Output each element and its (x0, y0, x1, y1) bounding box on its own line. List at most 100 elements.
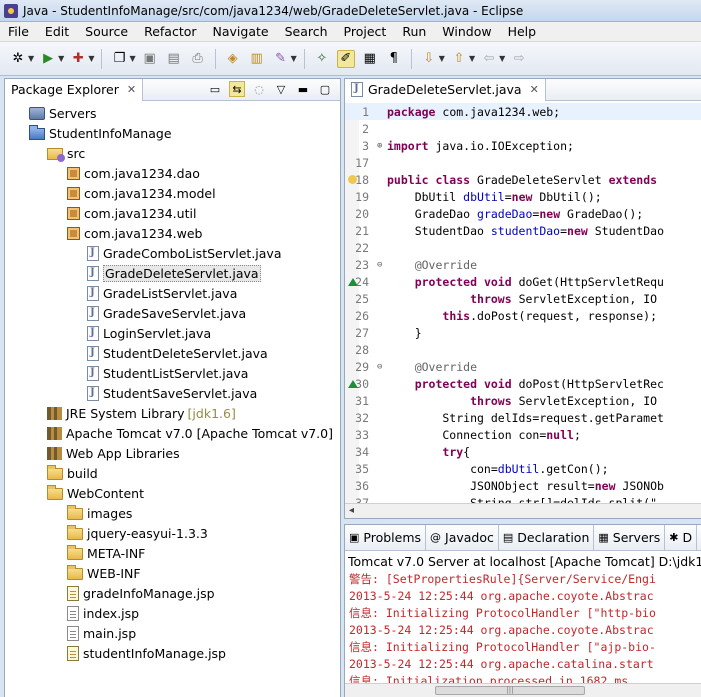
open-type-icon[interactable]: ◈ (224, 50, 242, 68)
tree-item[interactable]: index.jsp (5, 603, 340, 623)
tree-item[interactable]: studentInfoManage.jsp (5, 643, 340, 663)
menu-refactor[interactable]: Refactor (136, 24, 204, 39)
filters-icon[interactable]: ◌ (251, 81, 267, 97)
tree-item[interactable]: GradeListServlet.java (5, 283, 340, 303)
close-icon[interactable]: ✕ (127, 83, 136, 96)
tree-item[interactable]: com.java1234.util (5, 203, 340, 223)
new-icon[interactable]: ❐ (110, 50, 128, 68)
open-resource-icon[interactable]: ▥ (248, 50, 266, 68)
menu-edit[interactable]: Edit (37, 24, 77, 39)
forward-icon[interactable]: ⇨ (510, 50, 528, 68)
tree-item[interactable]: StudentInfoManage (5, 123, 340, 143)
scroll-left-icon[interactable]: ◂ (349, 505, 354, 516)
search-icon[interactable]: ✎ (272, 50, 290, 68)
tree-item[interactable]: Web App Libraries (5, 443, 340, 463)
save-all-icon[interactable]: ▤ (165, 50, 183, 68)
show-whitespace-icon[interactable]: ▦ (361, 50, 379, 68)
tree-item[interactable]: META-INF (5, 543, 340, 563)
menu-project[interactable]: Project (336, 24, 395, 39)
collapse-fold-icon[interactable]: ⊖ (377, 260, 382, 270)
tab-servers[interactable]: ▦ Servers (594, 525, 666, 550)
tree-item[interactable]: Servers (5, 103, 340, 123)
code-text: StudentDao studentDao=new StudentDao (387, 223, 664, 238)
tree-item[interactable]: com.java1234.model (5, 183, 340, 203)
link-with-editor-icon[interactable]: ⇆ (229, 81, 245, 97)
tree-item[interactable]: GradeComboListServlet.java (5, 243, 340, 263)
menu-file[interactable]: File (0, 24, 37, 39)
minimize-icon[interactable]: ▭ (207, 81, 223, 97)
run-icon[interactable]: ▶ (39, 50, 57, 68)
tree-item[interactable]: WebContent (5, 483, 340, 503)
maximize-view-icon[interactable]: ▢ (317, 81, 333, 97)
paragraph-icon[interactable]: ¶ (385, 50, 403, 68)
back-icon[interactable]: ⇦ (480, 50, 498, 68)
tree-item[interactable]: StudentListServlet.java (5, 363, 340, 383)
tab-label: Servers (612, 530, 661, 545)
tree-item[interactable]: com.java1234.dao (5, 163, 340, 183)
tree-item[interactable]: LoginServlet.java (5, 323, 340, 343)
library-icon (47, 446, 62, 460)
tree-item[interactable]: Apache Tomcat v7.0 [Apache Tomcat v7.0] (5, 423, 340, 443)
tab-javadoc[interactable]: @ Javadoc (426, 525, 499, 550)
expand-fold-icon[interactable]: ⊕ (377, 141, 382, 151)
minimize-view-icon[interactable]: ▬ (295, 81, 311, 97)
external-tools-icon[interactable]: ✚ (69, 50, 87, 68)
menu-search[interactable]: Search (277, 24, 336, 39)
tab-grade-delete-servlet[interactable]: GradeDeleteServlet.java ✕ (345, 78, 546, 101)
save-icon[interactable]: ▣ (141, 50, 159, 68)
tree-item[interactable]: GradeDeleteServlet.java (5, 263, 340, 283)
tree-item[interactable]: WEB-INF (5, 563, 340, 583)
menu-source[interactable]: Source (77, 24, 136, 39)
tab-package-explorer[interactable]: Package Explorer ✕ (5, 78, 144, 101)
tree-item[interactable]: build (5, 463, 340, 483)
library-icon (47, 426, 62, 440)
tree-item[interactable]: images (5, 503, 340, 523)
dropdown-arrow-icon[interactable]: ▼ (58, 54, 64, 63)
editor-horizontal-scrollbar[interactable]: ◂ (345, 503, 701, 518)
mark-occurrences-icon[interactable]: ✐ (336, 49, 355, 68)
collapse-fold-icon[interactable]: ⊖ (377, 362, 382, 372)
toggle-breadcrumb-icon[interactable]: ✧ (313, 50, 331, 68)
tree-item[interactable]: com.java1234.web (5, 223, 340, 243)
console-output[interactable]: 警告: [SetPropertiesRule]{Server/Service/E… (345, 571, 701, 690)
dropdown-arrow-icon[interactable]: ▼ (291, 54, 297, 63)
dropdown-arrow-icon[interactable]: ▼ (469, 54, 475, 63)
view-menu-icon[interactable]: ▽ (273, 81, 289, 97)
print-icon[interactable]: ⎙ (189, 50, 207, 68)
tree-item[interactable]: main.jsp (5, 623, 340, 643)
warning-icon[interactable] (348, 175, 357, 184)
scrollbar-thumb[interactable]: ||| (435, 686, 585, 695)
override-icon[interactable] (348, 379, 358, 388)
tree-item[interactable]: src (5, 143, 340, 163)
close-icon[interactable]: ✕ (530, 83, 539, 96)
menu-navigate[interactable]: Navigate (205, 24, 277, 39)
menu-run[interactable]: Run (394, 24, 434, 39)
dropdown-arrow-icon[interactable]: ▼ (499, 54, 505, 63)
dropdown-arrow-icon[interactable]: ▼ (129, 54, 135, 63)
debug-icon[interactable]: ✲ (9, 50, 27, 68)
menu-help[interactable]: Help (500, 24, 545, 39)
tab-label: Package Explorer (11, 82, 119, 97)
next-annotation-icon[interactable]: ⇩ (420, 50, 438, 68)
console-horizontal-scrollbar[interactable]: ||| (345, 683, 701, 697)
tab-problems[interactable]: ▣ Problems (345, 525, 427, 550)
tree-item[interactable]: jquery-easyui-1.3.3 (5, 523, 340, 543)
window-title: Java - StudentInfoManage/src/com/java123… (23, 3, 524, 18)
tree-item[interactable]: GradeSaveServlet.java (5, 303, 340, 323)
tree-item[interactable]: gradeInfoManage.jsp (5, 583, 340, 603)
tab-d[interactable]: ✱ D (665, 525, 698, 550)
tree-item[interactable]: StudentDeleteServlet.java (5, 343, 340, 363)
menu-window[interactable]: Window (434, 24, 499, 39)
code-editor[interactable]: 1 package com.java1234.web; 2 3 ⊕ import java… (345, 103, 701, 503)
line-number: 3 (362, 138, 369, 153)
previous-annotation-icon[interactable]: ⇧ (450, 50, 468, 68)
dropdown-arrow-icon[interactable]: ▼ (28, 54, 34, 63)
tree-item[interactable]: StudentSaveServlet.java (5, 383, 340, 403)
override-icon[interactable] (348, 277, 358, 286)
tab-declaration[interactable]: ▤ Declaration (499, 525, 595, 550)
tree-item[interactable]: JRE System Library [jdk1.6] (5, 403, 340, 423)
dropdown-arrow-icon[interactable]: ▼ (439, 54, 445, 63)
tree-item-label: Servers (49, 105, 97, 121)
package-icon (67, 166, 80, 180)
dropdown-arrow-icon[interactable]: ▼ (88, 54, 94, 63)
